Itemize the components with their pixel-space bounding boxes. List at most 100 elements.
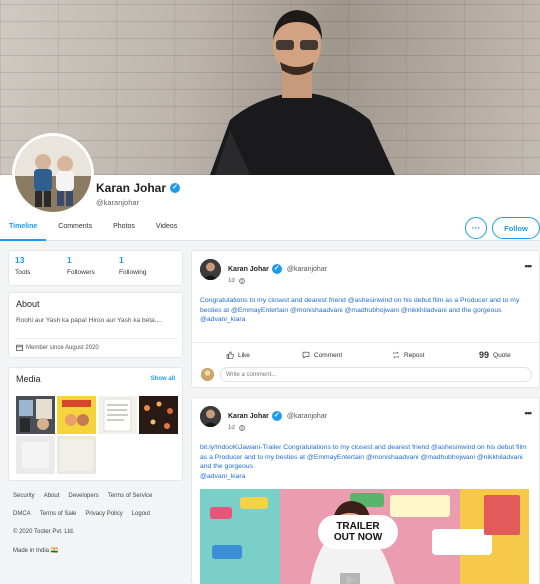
stat-toots[interactable]: 13 Toots bbox=[15, 255, 67, 281]
profile-avatar[interactable] bbox=[12, 133, 94, 215]
about-title: About bbox=[16, 299, 40, 309]
post-timestamp: 1d bbox=[228, 425, 245, 431]
like-label: Like bbox=[238, 351, 250, 359]
stat-followers-label: Followers bbox=[67, 269, 95, 276]
verified-badge-icon: ✓ bbox=[271, 411, 282, 421]
post-author-avatar[interactable] bbox=[200, 406, 221, 427]
post-author[interactable]: Karan Johar ✓ @karanjohar bbox=[228, 411, 327, 421]
video-title-line-1: TRAILER bbox=[336, 521, 380, 532]
about-bio: Roohi aur Yash ka papa! Hiroo aur Yash k… bbox=[16, 317, 162, 324]
footer-links-row-1: Security About Developers Terms of Servi… bbox=[13, 493, 183, 499]
verified-badge-icon: ✓ bbox=[170, 183, 181, 193]
post-mention[interactable]: @advani_kiara bbox=[200, 473, 245, 480]
profile-handle: @karanjohar bbox=[96, 198, 140, 207]
footer-link-logout[interactable]: Logout bbox=[132, 511, 150, 517]
media-thumb-1[interactable] bbox=[16, 396, 55, 434]
member-since-text: Member since August 2020 bbox=[26, 344, 99, 351]
comment-input[interactable]: Write a comment... bbox=[220, 367, 532, 382]
footer-link-security[interactable]: Security bbox=[13, 493, 35, 499]
site-footer: Security About Developers Terms of Servi… bbox=[13, 493, 183, 566]
post-author-handle: @karanjohar bbox=[286, 265, 328, 273]
profile-tabs: Timeline Comments Photos Videos bbox=[0, 217, 189, 241]
comment-button[interactable]: Comment bbox=[302, 351, 342, 359]
post-author-avatar[interactable] bbox=[200, 259, 221, 280]
globe-icon bbox=[238, 425, 245, 431]
stat-following-label: Following bbox=[119, 269, 147, 276]
footer-made-in-india: Made in India 🇮🇳 bbox=[13, 548, 59, 554]
footer-link-about[interactable]: About bbox=[44, 493, 60, 499]
quote-icon: 99 bbox=[479, 350, 490, 360]
comment-label: Comment bbox=[314, 351, 343, 359]
comment-icon bbox=[302, 351, 310, 359]
media-grid bbox=[16, 396, 178, 474]
post-text: bit.ly/IndooKiJawani-Trailer Congratulat… bbox=[200, 443, 531, 481]
post-menu-icon[interactable]: ••• bbox=[525, 408, 533, 418]
post-avatar-image bbox=[200, 259, 221, 280]
stat-following[interactable]: 1 Following bbox=[119, 255, 171, 281]
post-body: Congratulations to my closest and deares… bbox=[200, 297, 520, 314]
post-author[interactable]: Karan Johar ✓ @karanjohar bbox=[228, 264, 327, 274]
stat-followers-value: 1 bbox=[67, 255, 72, 265]
calendar-icon bbox=[16, 344, 23, 351]
footer-copyright: © 2020 Tooter Pvt. Ltd. bbox=[13, 529, 75, 535]
media-thumb-4[interactable] bbox=[139, 396, 178, 434]
footer-link-developers[interactable]: Developers bbox=[68, 493, 98, 499]
post-link[interactable]: bit.ly/IndooKiJawani-Trailer bbox=[200, 444, 281, 451]
avatar-image bbox=[15, 136, 91, 212]
stat-following-value: 1 bbox=[119, 255, 124, 265]
stat-followers[interactable]: 1 Followers bbox=[67, 255, 119, 281]
repost-label: Repost bbox=[404, 351, 425, 359]
post-text: Congratulations to my closest and deares… bbox=[200, 296, 531, 325]
media-thumb-5[interactable] bbox=[16, 436, 55, 474]
post-author-name: Karan Johar bbox=[228, 412, 269, 420]
post-card: Karan Johar ✓ @karanjohar 1d ••• bit.ly/… bbox=[191, 397, 540, 584]
footer-link-privacy-policy[interactable]: Privacy Policy bbox=[85, 511, 122, 517]
post-card: Karan Johar ✓ @karanjohar 1d ••• Congrat… bbox=[191, 250, 540, 366]
about-card: About Roohi aur Yash ka papa! Hiroo aur … bbox=[8, 292, 183, 358]
footer-link-terms-of-sale[interactable]: Terms of Sale bbox=[40, 511, 77, 517]
globe-icon bbox=[238, 278, 245, 284]
post-menu-icon[interactable]: ••• bbox=[525, 261, 533, 271]
like-button[interactable]: Like bbox=[226, 351, 250, 359]
post-author-name: Karan Johar bbox=[228, 265, 269, 273]
stat-toots-value: 13 bbox=[15, 255, 25, 265]
video-title-line-2: OUT NOW bbox=[333, 532, 383, 543]
comment-composer: Write a comment... bbox=[191, 362, 540, 388]
verified-badge-icon: ✓ bbox=[271, 264, 282, 274]
current-user-avatar bbox=[201, 368, 214, 381]
profile-name: Karan Johar ✓ bbox=[96, 181, 181, 195]
follow-button[interactable]: Follow bbox=[492, 217, 540, 239]
tab-comments[interactable]: Comments bbox=[49, 217, 101, 241]
repost-icon bbox=[393, 351, 399, 359]
repost-button[interactable]: Repost bbox=[392, 351, 425, 359]
media-card: Media Show all bbox=[8, 367, 183, 481]
media-thumb-3[interactable] bbox=[98, 396, 137, 434]
media-thumb-2[interactable] bbox=[57, 396, 96, 434]
current-user-avatar-image bbox=[201, 368, 214, 381]
tab-timeline[interactable]: Timeline bbox=[0, 217, 47, 241]
post-avatar-image bbox=[200, 406, 221, 427]
footer-link-dmca[interactable]: DMCA bbox=[13, 511, 31, 517]
footer-links-row-2: DMCA Terms of Sale Privacy Policy Logout bbox=[13, 511, 183, 517]
post-mention[interactable]: @advani_kiara bbox=[200, 316, 245, 323]
stat-toots-label: Toots bbox=[15, 269, 31, 276]
footer-link-terms-of-service[interactable]: Terms of Service bbox=[108, 493, 153, 499]
video-player[interactable]: TRAILER OUT NOW bbox=[200, 489, 529, 584]
about-divider bbox=[14, 338, 177, 339]
post-author-handle: @karanjohar bbox=[286, 412, 328, 420]
video-title-badge: TRAILER OUT NOW bbox=[318, 515, 398, 549]
member-since: Member since August 2020 bbox=[16, 344, 99, 351]
post-time-text: 1d bbox=[228, 278, 235, 284]
stats-card: 13 Toots 1 Followers 1 Following bbox=[8, 250, 183, 286]
media-thumb-6[interactable] bbox=[57, 436, 96, 474]
tab-videos[interactable]: Videos bbox=[147, 217, 186, 241]
show-all-link[interactable]: Show all bbox=[151, 376, 175, 382]
cover-person-image bbox=[210, 10, 395, 175]
thumbs-up-icon bbox=[226, 351, 234, 359]
quote-button[interactable]: 99 Quote bbox=[479, 350, 511, 360]
more-options-button[interactable]: ··· bbox=[465, 217, 487, 239]
profile-name-text: Karan Johar bbox=[96, 181, 167, 195]
post-time-text: 1d bbox=[228, 425, 235, 431]
post-timestamp: 1d bbox=[228, 278, 245, 284]
tab-photos[interactable]: Photos bbox=[104, 217, 144, 241]
